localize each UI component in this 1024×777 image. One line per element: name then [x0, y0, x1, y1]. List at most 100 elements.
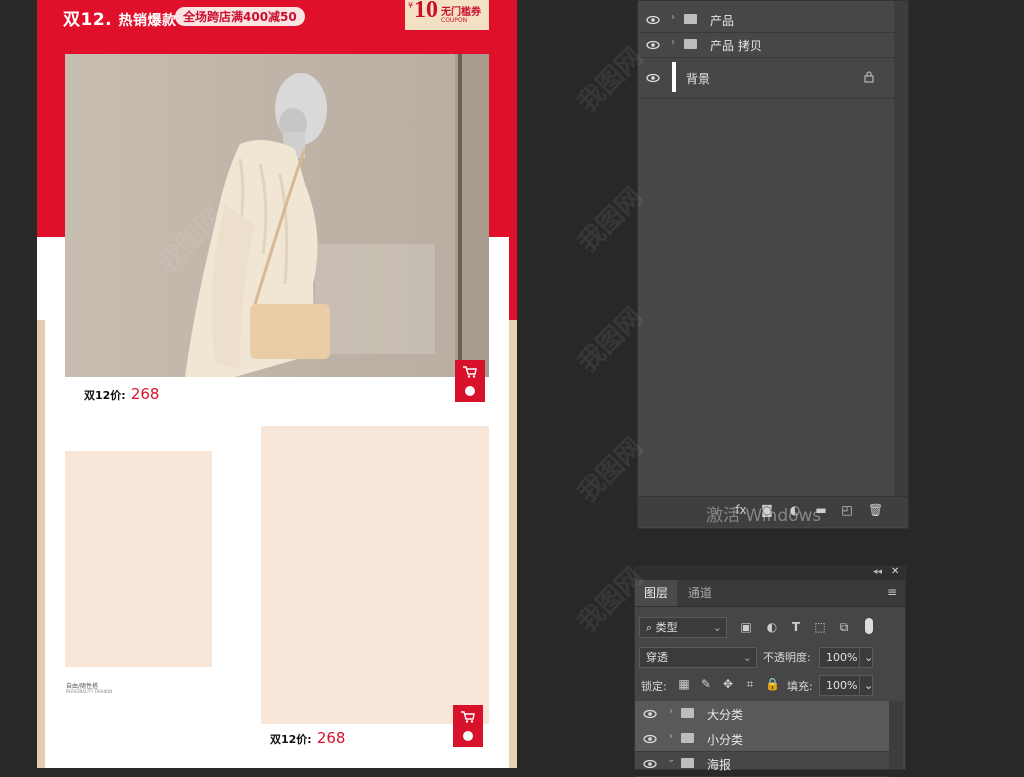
scrollbar-bottom[interactable]	[889, 701, 903, 769]
tab-layers[interactable]: 图层	[635, 580, 677, 606]
layers-panel-top: › 产品 › 产品 拷贝 背景 激活 Windows fx ◙ ◐ ▬ ◰ 🗑	[637, 0, 909, 529]
type-filter-icon[interactable]: T	[789, 620, 803, 634]
panel-menu-icon[interactable]: ≡	[887, 585, 897, 599]
price-label: 双12价:	[270, 733, 312, 746]
adjustment-icon[interactable]: ◐	[788, 503, 802, 517]
filter-kind-dropdown[interactable]: ⌕ 类型 ⌄	[639, 617, 727, 638]
coupon-amount: 10	[414, 0, 438, 23]
layer-row-background[interactable]: 背景	[638, 58, 894, 99]
chevron-right-icon[interactable]: ›	[669, 731, 673, 742]
lock-all-icon[interactable]: 🔒	[765, 677, 780, 691]
layer-name: 小分类	[707, 733, 744, 747]
cart-icon	[463, 366, 477, 378]
mannequin-illustration	[185, 54, 489, 377]
chevron-right-icon[interactable]: ›	[669, 706, 673, 717]
layer-name: 产品	[710, 14, 735, 28]
layer-row-product-copy[interactable]: › 产品 拷贝	[638, 32, 894, 58]
price-value: 268	[316, 729, 346, 747]
layer-row-poster[interactable]: ⌄ 海报	[635, 751, 889, 777]
price-value: 268	[130, 385, 160, 403]
eye-icon[interactable]	[643, 707, 657, 721]
chevron-down-icon[interactable]: ⌄	[667, 754, 675, 765]
opacity-chevron-icon[interactable]: ⌄	[859, 647, 873, 668]
layers-list-top: › 产品 › 产品 拷贝 背景	[638, 1, 894, 496]
mask-icon[interactable]: ◙	[760, 503, 774, 517]
coupon-currency: ¥	[408, 1, 414, 10]
lock-transparent-icon[interactable]: ▦	[677, 677, 691, 691]
adjustment-filter-icon[interactable]: ◐	[765, 620, 779, 634]
promo-badge: 全场跨店满400减50	[175, 7, 305, 26]
opacity-label: 不透明度:	[763, 651, 811, 664]
blend-mode-dropdown[interactable]: 穿透 ⌄	[639, 647, 757, 668]
layer-name: 海报	[707, 758, 732, 772]
arrow-circle-icon	[465, 386, 475, 396]
shape-filter-icon[interactable]: ⬚	[813, 620, 827, 634]
layer-name: 产品 拷贝	[710, 39, 762, 53]
coupon-card: ¥ 10 无门槛券 COUPON	[405, 0, 489, 30]
product-image-placeholder-2	[65, 451, 212, 667]
eye-icon[interactable]	[646, 38, 660, 52]
new-group-icon[interactable]: ▬	[814, 503, 828, 517]
product-price-2: 双12价: 268	[270, 728, 345, 747]
layers-footer-top: 激活 Windows fx ◙ ◐ ▬ ◰ 🗑	[638, 496, 908, 527]
lock-brush-icon[interactable]: ✎	[699, 677, 713, 691]
eye-icon[interactable]	[643, 732, 657, 746]
product-image-placeholder-3	[261, 426, 489, 724]
folder-icon	[684, 39, 697, 49]
chevron-right-icon[interactable]: ›	[671, 12, 675, 23]
add-to-cart-button-2[interactable]	[453, 705, 483, 747]
search-icon: ⌕	[646, 621, 653, 634]
layer-row-product[interactable]: › 产品	[638, 7, 894, 33]
tan-side-strip	[37, 320, 45, 768]
lock-icon	[864, 71, 874, 83]
design-canvas[interactable]: 双12. 热销爆款 全场跨店满400减50 ¥ 10 无门槛券 COUPON 双…	[37, 0, 517, 768]
arrow-circle-icon	[463, 731, 473, 741]
eye-icon[interactable]	[643, 757, 657, 771]
coupon-en: COUPON	[441, 17, 468, 24]
price-label: 双12价:	[84, 389, 126, 402]
folder-icon	[684, 14, 697, 24]
lock-label: 锁定:	[641, 680, 667, 693]
cart-icon	[461, 711, 475, 723]
panel-tabs: 图层 通道 ≡	[635, 580, 905, 607]
product-price-1: 双12价: 268	[84, 384, 159, 403]
banner-title-main: 双12.	[63, 10, 113, 30]
banner-subtitle: 热销爆款	[118, 13, 177, 29]
product-photo	[65, 54, 489, 377]
caption-line-2: PERSONALITY FASHION	[66, 689, 113, 694]
coupon-text: 无门槛券	[441, 7, 481, 18]
image-filter-icon[interactable]: ▣	[739, 620, 753, 634]
folder-icon	[681, 758, 694, 768]
opacity-input[interactable]: 100%	[819, 647, 861, 668]
chevron-down-icon: ⌄	[742, 651, 752, 664]
layer-name: 背景	[686, 72, 711, 86]
filter-toggle[interactable]	[865, 618, 873, 634]
filter-kind-value: 类型	[655, 621, 678, 634]
trash-icon[interactable]: 🗑	[868, 503, 883, 517]
fill-label: 填充:	[787, 680, 813, 693]
layer-row-small-category[interactable]: › 小分类	[635, 726, 889, 752]
tab-channels[interactable]: 通道	[679, 580, 721, 606]
layer-name: 大分类	[707, 708, 744, 722]
collapse-icon[interactable]: ◂◂	[873, 567, 882, 577]
eye-icon[interactable]	[646, 13, 660, 27]
blend-mode-value: 穿透	[646, 651, 668, 664]
eye-icon[interactable]	[646, 71, 660, 85]
panel-title-bar: ◂◂ ✕	[635, 566, 905, 580]
fill-input[interactable]: 100%	[819, 675, 861, 696]
lock-move-icon[interactable]: ✥	[721, 677, 735, 691]
banner-title: 双12. 热销爆款	[63, 5, 177, 30]
layers-list-bottom: › 大分类 › 小分类 ⌄ 海报	[635, 701, 889, 777]
layer-thumbnail	[672, 62, 676, 92]
smart-object-filter-icon[interactable]: ⧉	[837, 620, 851, 634]
close-icon[interactable]: ✕	[891, 566, 899, 577]
lock-artboard-icon[interactable]: ⌗	[743, 677, 757, 691]
fill-chevron-icon[interactable]: ⌄	[859, 675, 873, 696]
fx-icon[interactable]: fx	[734, 503, 748, 517]
layer-row-big-category[interactable]: › 大分类	[635, 701, 889, 727]
new-layer-icon[interactable]: ◰	[840, 503, 854, 517]
folder-icon	[681, 733, 694, 743]
scrollbar-top[interactable]	[894, 1, 908, 496]
add-to-cart-button-1[interactable]	[455, 360, 485, 402]
chevron-right-icon[interactable]: ›	[671, 37, 675, 48]
